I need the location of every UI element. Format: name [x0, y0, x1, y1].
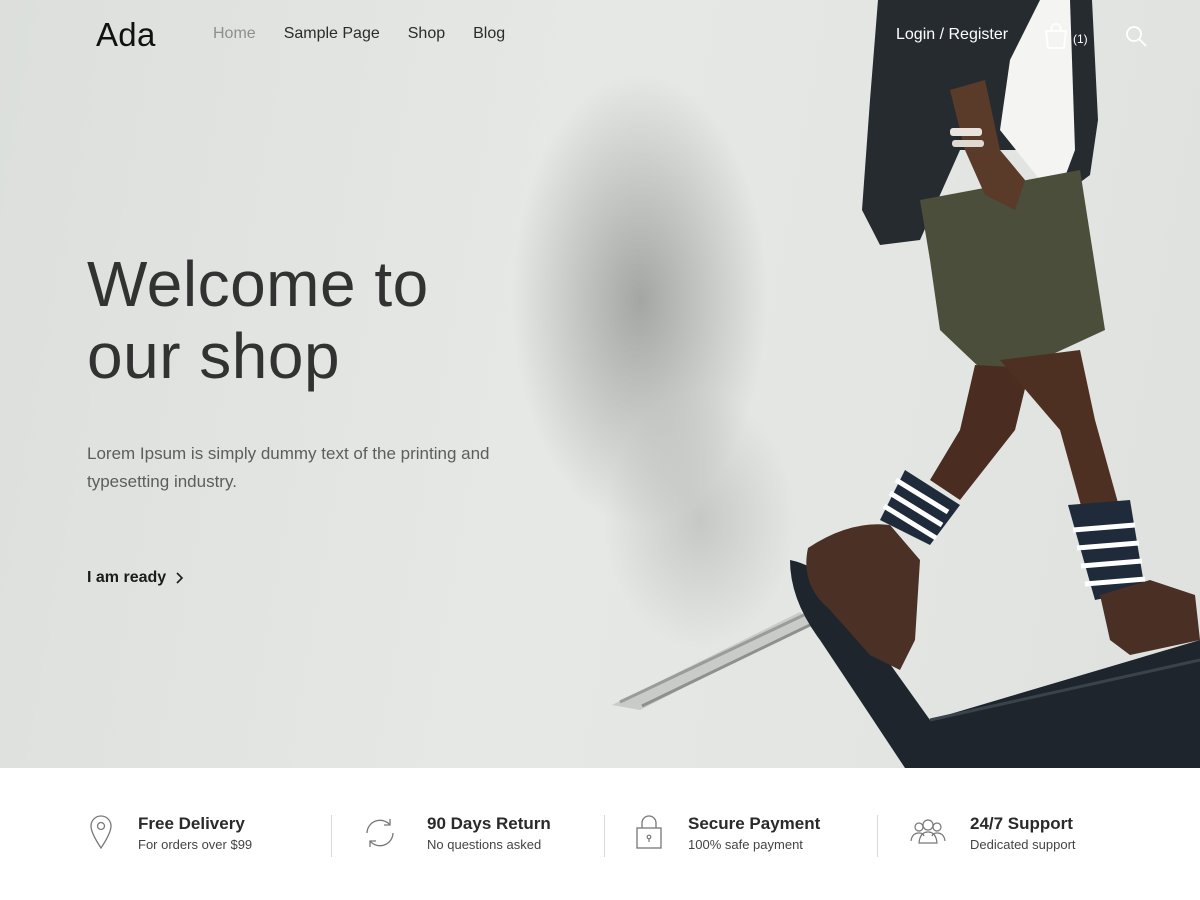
site-logo[interactable]: Ada: [96, 16, 156, 54]
hero-description: Lorem Ipsum is simply dummy text of the …: [87, 444, 490, 491]
login-register-link[interactable]: Login / Register: [896, 26, 1008, 44]
feature-subtitle: No questions asked: [427, 837, 542, 852]
feature-support: 24/7 Support Dedicated support: [908, 813, 1076, 861]
cart-count-badge: (1): [1073, 32, 1088, 46]
feature-title: 90 Days Return: [427, 814, 551, 833]
feature-free-delivery: Free Delivery For orders over $99: [88, 813, 252, 861]
nav-blog[interactable]: Blog: [473, 25, 505, 43]
map-pin-icon: [90, 815, 112, 850]
feature-divider: [604, 815, 605, 857]
feature-subtitle: Dedicated support: [970, 837, 1076, 852]
main-nav: Home Sample Page Shop Blog: [213, 25, 505, 43]
cta-link[interactable]: I am ready: [87, 569, 184, 587]
feature-divider: [331, 815, 332, 857]
lock-icon: [636, 815, 662, 849]
hero-title-line1: Welcome to: [87, 248, 429, 320]
feature-returns: 90 Days Return No questions asked: [362, 813, 551, 861]
feature-subtitle: For orders over $99: [138, 837, 253, 852]
feature-subtitle: 100% safe payment: [688, 837, 803, 852]
feature-divider: [877, 815, 878, 857]
hero-title: Welcome to our shop: [87, 248, 507, 392]
nav-shop[interactable]: Shop: [408, 25, 445, 43]
chevron-right-icon: [176, 572, 184, 584]
feature-title: 24/7 Support: [970, 814, 1073, 833]
feature-secure-payment: Secure Payment 100% safe payment: [634, 813, 820, 861]
hero-title-line2: our shop: [87, 320, 341, 392]
feature-title: Secure Payment: [688, 814, 821, 833]
feature-title: Free Delivery: [138, 814, 245, 833]
nav-sample-page[interactable]: Sample Page: [284, 25, 380, 43]
users-icon: [910, 819, 946, 844]
refresh-icon: [366, 819, 394, 847]
search-icon: [1126, 26, 1147, 47]
search-button[interactable]: [1124, 24, 1148, 48]
shopping-bag-icon: [1044, 23, 1068, 49]
cta-label: I am ready: [87, 569, 167, 586]
cart-button[interactable]: (1): [1043, 22, 1089, 50]
nav-home[interactable]: Home: [213, 25, 256, 43]
